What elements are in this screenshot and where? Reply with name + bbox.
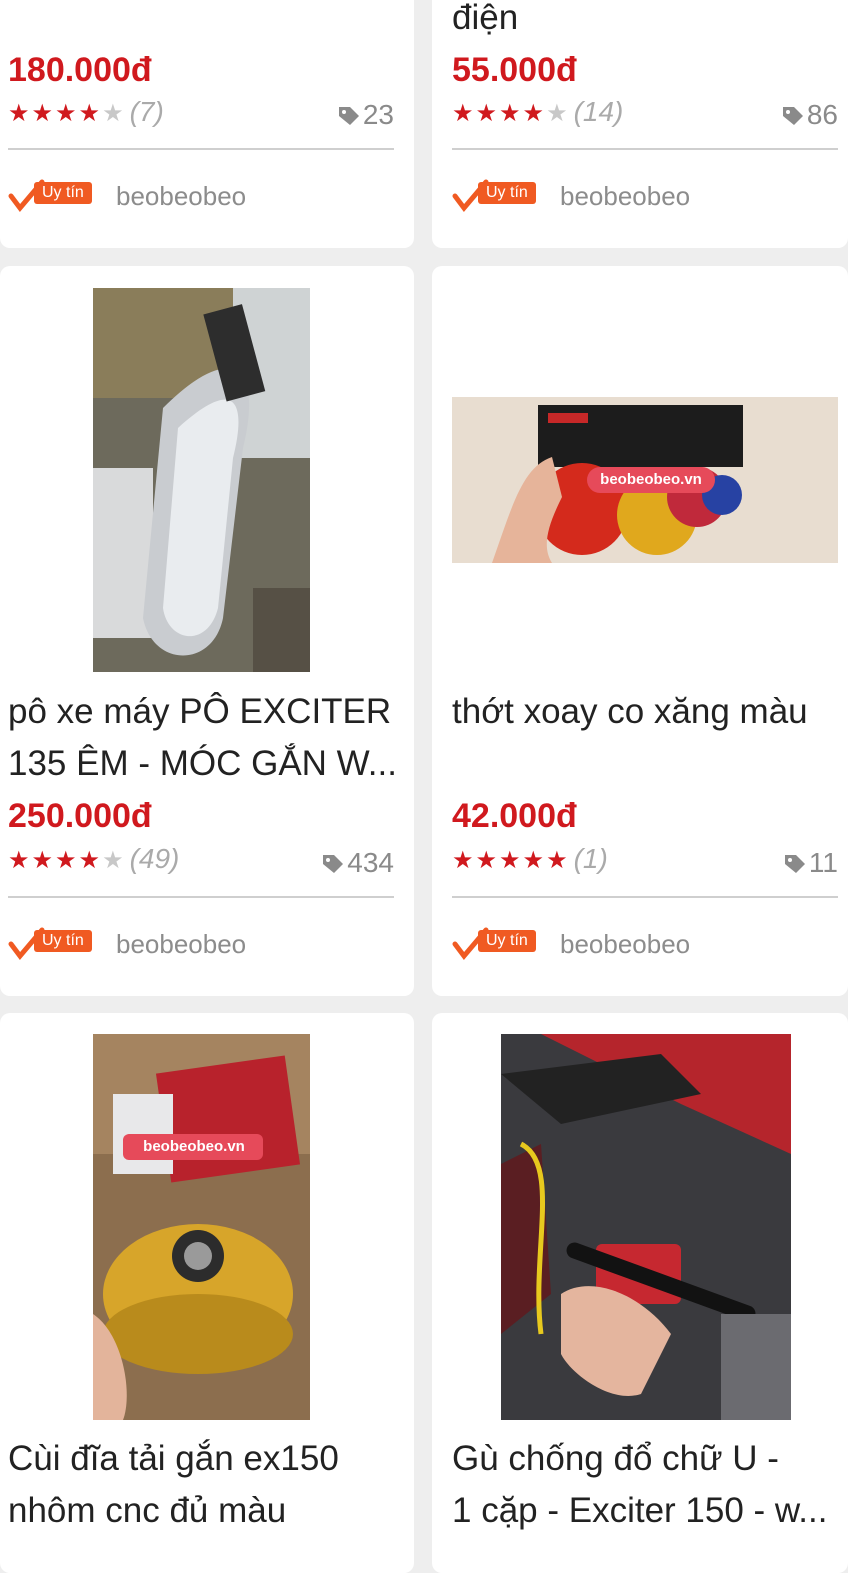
tag-icon	[323, 855, 344, 873]
product-price: 55.000đ	[452, 51, 577, 89]
product-card-3[interactable]: pô xe máy PÔ EXCITER 135 ÊM - MÓC GẮN W.…	[0, 266, 414, 996]
seller-row[interactable]: Uy tín beobeobeo	[452, 176, 690, 216]
seller-row[interactable]: Uy tín beobeobeo	[8, 176, 246, 216]
product-card-6[interactable]: Gù chống đổ chữ U - 1 cặp - Exciter 150 …	[432, 1013, 848, 1573]
sold-value: 23	[362, 99, 394, 130]
rating-stars: ★★★★★ (14)	[452, 97, 623, 129]
product-card-2[interactable]: điện 55.000đ ★★★★★ (14) 86 Uy tín beobeob…	[432, 0, 848, 248]
rating-count: (1)	[573, 843, 608, 874]
shop-name: beobeobeo	[560, 180, 691, 211]
star-icon: ★	[102, 100, 126, 127]
seller-row[interactable]: Uy tín beobeobeo	[8, 924, 246, 964]
trust-badge: Uy tín	[8, 178, 112, 214]
star-icon: ★	[102, 847, 126, 874]
star-icon: ★★★★	[452, 100, 547, 127]
badge-label: Uy tín	[34, 930, 92, 952]
product-image[interactable]	[501, 1034, 791, 1420]
sold-count: 86	[781, 100, 838, 130]
trust-badge: Uy tín	[8, 926, 112, 962]
tag-icon	[782, 107, 803, 125]
product-image[interactable]: beobeobeo.vn	[93, 1034, 310, 1420]
sold-value: 434	[347, 847, 394, 878]
badge-label: Uy tín	[34, 182, 92, 204]
rating-count: (7)	[129, 96, 164, 127]
product-image[interactable]: beobeobeo.vn	[452, 397, 838, 563]
sold-count: 11	[783, 848, 838, 878]
sold-value: 11	[808, 847, 838, 878]
product-card-5[interactable]: beobeobeo.vn Cùi đĩa tải gắn ex150 nhôm …	[0, 1013, 414, 1573]
image-watermark: beobeobeo.vn	[600, 471, 702, 488]
sold-count: 434	[321, 848, 394, 878]
badge-label: Uy tín	[478, 930, 536, 952]
product-title: Gù chống đổ chữ U - 1 cặp - Exciter 150 …	[452, 1439, 828, 1530]
badge-label: Uy tín	[478, 182, 536, 204]
card-divider	[8, 148, 394, 150]
image-watermark: beobeobeo.vn	[143, 1138, 245, 1155]
rating-stars: ★★★★★ (49)	[8, 844, 179, 876]
trust-badge: Uy tín	[452, 926, 556, 962]
star-icon: ★★★★	[8, 100, 103, 127]
product-title: điện	[452, 0, 519, 37]
card-divider	[452, 896, 838, 898]
rating-stars: ★★★★★ (7)	[8, 97, 164, 129]
product-card-4[interactable]: beobeobeo.vn thớt xoay co xăng màu 42.00…	[432, 266, 848, 996]
card-divider	[452, 148, 838, 150]
product-image[interactable]	[93, 288, 310, 672]
product-card-1[interactable]: 180.000đ ★★★★★ (7) 23 Uy tín beobeobeo	[0, 0, 414, 248]
shop-name: beobeobeo	[116, 180, 247, 211]
product-title: thớt xoay co xăng màu	[452, 692, 808, 731]
seller-row[interactable]: Uy tín beobeobeo	[452, 924, 690, 964]
tag-icon	[338, 107, 359, 125]
rating-stars: ★★★★★ (1)	[452, 844, 608, 876]
sold-value: 86	[806, 99, 838, 130]
product-price: 250.000đ	[8, 797, 152, 835]
shop-name: beobeobeo	[116, 928, 247, 959]
product-price: 180.000đ	[8, 51, 152, 89]
rating-count: (14)	[573, 96, 624, 127]
product-title: Cùi đĩa tải gắn ex150 nhôm cnc đủ màu	[8, 1439, 339, 1530]
trust-badge: Uy tín	[452, 178, 556, 214]
product-price: 42.000đ	[452, 797, 577, 835]
star-icon: ★★★★★	[452, 847, 570, 874]
sold-count: 23	[337, 100, 394, 130]
shop-name: beobeobeo	[560, 928, 691, 959]
card-divider	[8, 896, 394, 898]
tag-icon	[784, 855, 805, 873]
star-icon: ★	[546, 100, 570, 127]
star-icon: ★★★★	[8, 847, 103, 874]
rating-count: (49)	[129, 843, 180, 874]
product-title: pô xe máy PÔ EXCITER 135 ÊM - MÓC GẮN W.…	[8, 692, 397, 783]
